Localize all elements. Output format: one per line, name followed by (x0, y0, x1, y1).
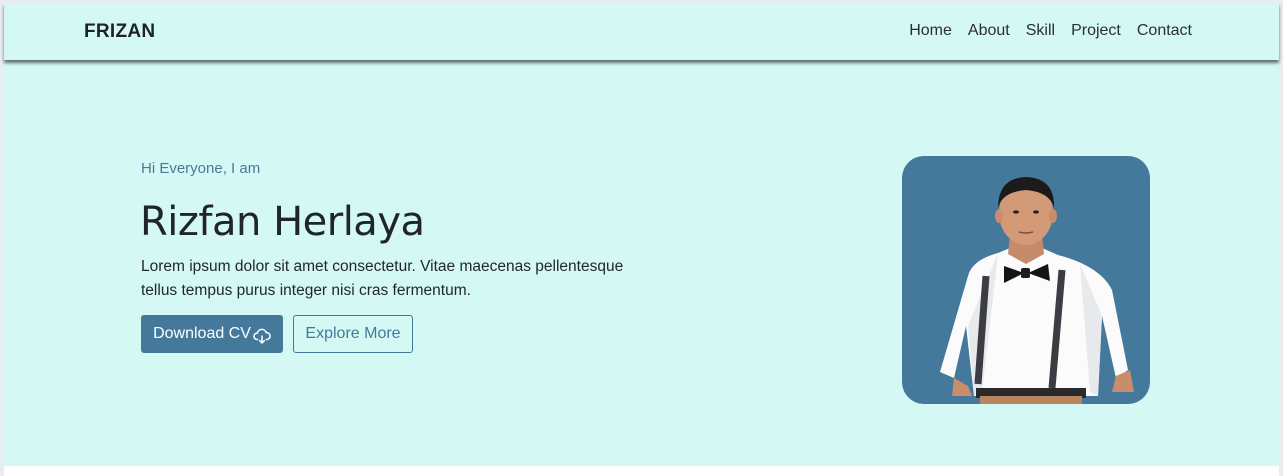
profile-photo (902, 156, 1150, 404)
nav-link-about[interactable]: About (968, 22, 1010, 40)
hero-name: Rizfan Herlaya (140, 199, 425, 245)
navbar: FRIZAN Home About Skill Project Contact (4, 3, 1279, 60)
download-cv-label: Download CV (153, 325, 251, 342)
browser-viewport: FRIZAN Home About Skill Project Contact … (4, 3, 1279, 476)
nav-link-project[interactable]: Project (1071, 22, 1121, 40)
nav-link-contact[interactable]: Contact (1137, 22, 1192, 40)
nav-link-skill[interactable]: Skill (1026, 22, 1055, 40)
cloud-download-icon (253, 328, 271, 344)
nav-link-home[interactable]: Home (909, 22, 952, 40)
hero-greeting: Hi Everyone, I am (141, 160, 261, 177)
download-cv-button[interactable]: Download CV (141, 315, 283, 353)
hero-section: Hi Everyone, I am Rizfan Herlaya Lorem i… (4, 60, 1279, 466)
hero-description: Lorem ipsum dolor sit amet consectetur. … (141, 258, 624, 299)
nav-links: Home About Skill Project Contact (909, 22, 1192, 40)
brand-logo[interactable]: FRIZAN (84, 21, 155, 43)
explore-more-button[interactable]: Explore More (293, 315, 413, 353)
next-section-edge (4, 466, 1279, 476)
